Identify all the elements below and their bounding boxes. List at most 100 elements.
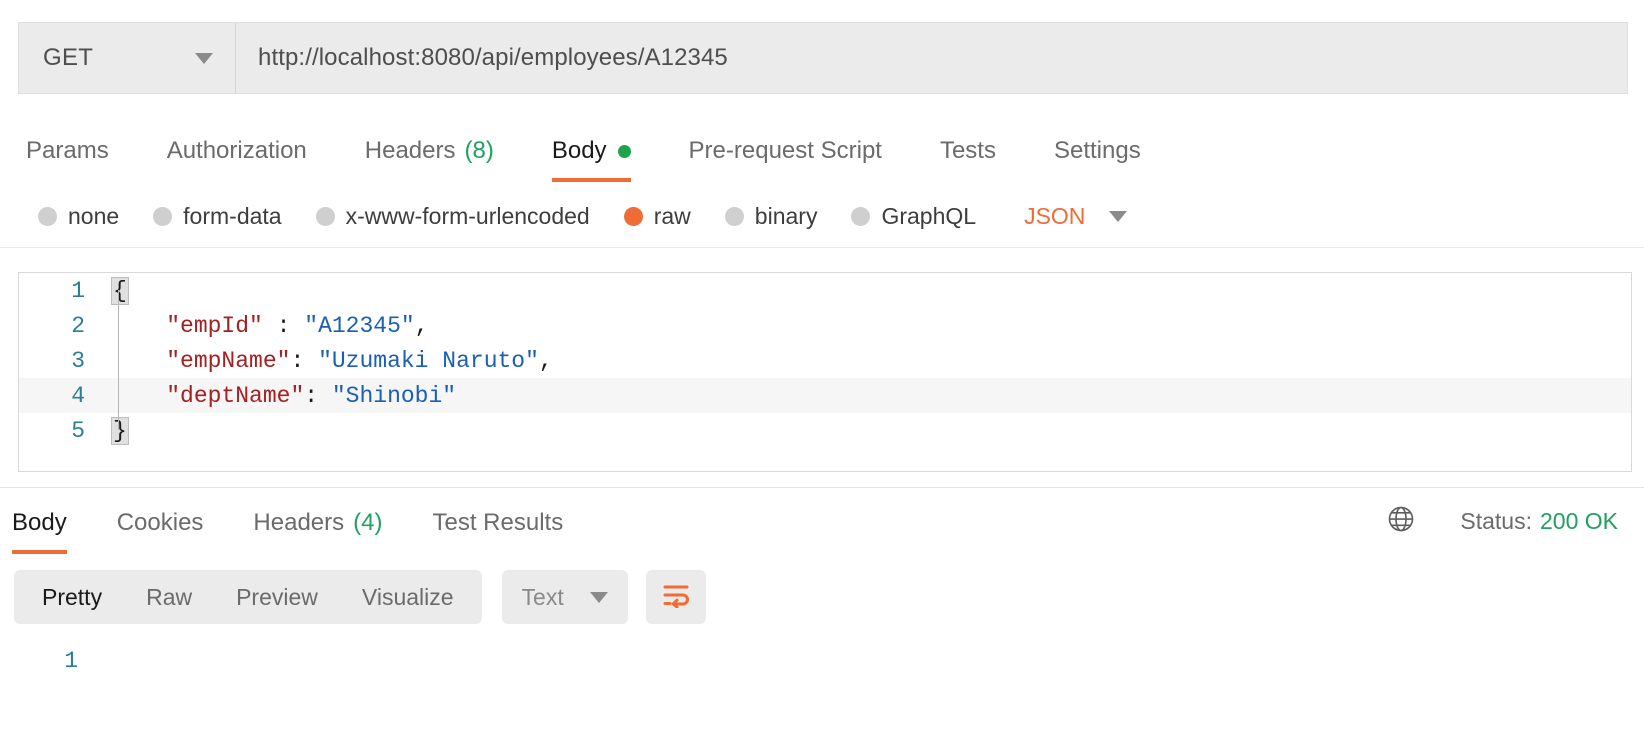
body-type-binary[interactable]: binary	[725, 203, 818, 230]
code-content: "deptName": "Shinobi"	[111, 383, 456, 409]
body-type-urlencoded[interactable]: x-www-form-urlencoded	[316, 203, 590, 230]
tab-params-label: Params	[26, 137, 109, 165]
code-content: "empName": "Uzumaki Naruto",	[111, 348, 553, 374]
json-key: "empName"	[166, 348, 290, 374]
status-label: Status:	[1460, 508, 1532, 535]
request-body-editor[interactable]: 1 { 2 "empId" : "A12345", 3 "empName": "…	[18, 272, 1632, 472]
radio-icon	[851, 207, 870, 226]
code-content: }	[111, 418, 129, 444]
tab-headers[interactable]: Headers (8)	[365, 120, 494, 182]
view-mode-visualize-label: Visualize	[362, 584, 454, 611]
chevron-down-icon	[590, 592, 608, 603]
body-type-row: none form-data x-www-form-urlencoded raw…	[0, 186, 1644, 248]
json-value: "Shinobi"	[332, 383, 456, 409]
tab-authorization-label: Authorization	[167, 137, 307, 165]
tab-headers-count: (8)	[465, 137, 494, 165]
view-mode-raw[interactable]: Raw	[124, 570, 214, 624]
body-type-binary-label: binary	[755, 203, 818, 230]
radio-icon	[153, 207, 172, 226]
request-url-bar: GET http://localhost:8080/api/employees/…	[18, 22, 1628, 94]
response-tab-cookies-label: Cookies	[117, 509, 204, 537]
view-mode-raw-label: Raw	[146, 584, 192, 611]
globe-icon[interactable]	[1386, 504, 1416, 539]
response-toolbar: Pretty Raw Preview Visualize Text	[14, 570, 706, 624]
tab-headers-label: Headers	[365, 137, 456, 165]
tab-params[interactable]: Params	[26, 120, 109, 182]
line-number: 5	[19, 418, 111, 444]
line-number: 1	[19, 278, 111, 304]
body-type-raw-label: raw	[654, 203, 691, 230]
http-method-selector[interactable]: GET	[18, 22, 236, 94]
body-type-none[interactable]: none	[38, 203, 119, 230]
radio-icon	[38, 207, 57, 226]
code-content: "empId" : "A12345",	[111, 313, 429, 339]
code-line-active: 4 "deptName": "Shinobi"	[19, 378, 1631, 413]
view-mode-pretty[interactable]: Pretty	[20, 570, 124, 624]
response-line-number: 1	[0, 640, 92, 674]
code-line: 5 }	[19, 413, 1631, 448]
body-type-urlencoded-label: x-www-form-urlencoded	[346, 203, 590, 230]
response-format-selector[interactable]: Text	[502, 570, 628, 624]
json-colon: :	[263, 313, 304, 339]
code-line: 2 "empId" : "A12345",	[19, 308, 1631, 343]
radio-icon	[316, 207, 335, 226]
response-status-group: Status: 200 OK	[1386, 495, 1618, 547]
url-input[interactable]: http://localhost:8080/api/employees/A123…	[236, 22, 1628, 94]
response-format-label: Text	[522, 584, 564, 611]
json-colon: :	[304, 383, 332, 409]
body-type-form-data[interactable]: form-data	[153, 203, 281, 230]
status-badge: 200 OK	[1540, 508, 1618, 535]
radio-selected-icon	[624, 207, 643, 226]
code-line: 3 "empName": "Uzumaki Naruto",	[19, 343, 1631, 378]
json-value: "A12345"	[304, 313, 414, 339]
body-type-form-data-label: form-data	[183, 203, 281, 230]
http-method-label: GET	[43, 44, 93, 72]
tab-pre-request-script[interactable]: Pre-request Script	[689, 120, 882, 182]
tab-tests[interactable]: Tests	[940, 120, 996, 182]
view-mode-preview[interactable]: Preview	[214, 570, 340, 624]
body-type-none-label: none	[68, 203, 119, 230]
response-tab-cookies[interactable]: Cookies	[117, 492, 204, 554]
wrap-lines-icon	[661, 582, 691, 613]
response-tab-headers-count: (4)	[353, 509, 382, 537]
line-number: 2	[19, 313, 111, 339]
response-tab-test-results[interactable]: Test Results	[432, 492, 563, 554]
body-type-graphql-label: GraphQL	[881, 203, 976, 230]
raw-format-label: JSON	[1024, 203, 1085, 230]
chevron-down-icon	[1109, 211, 1127, 222]
json-value: "Uzumaki Naruto"	[318, 348, 539, 374]
json-colon: :	[290, 348, 318, 374]
response-view-mode-group: Pretty Raw Preview Visualize	[14, 570, 482, 624]
radio-icon	[725, 207, 744, 226]
url-input-value: http://localhost:8080/api/employees/A123…	[258, 44, 728, 72]
view-mode-preview-label: Preview	[236, 584, 318, 611]
code-line: 1 {	[19, 273, 1631, 308]
body-modified-dot-icon	[618, 145, 631, 158]
tab-body[interactable]: Body	[552, 120, 631, 182]
body-type-raw[interactable]: raw	[624, 203, 691, 230]
response-tab-body[interactable]: Body	[12, 492, 67, 554]
line-number: 3	[19, 348, 111, 374]
response-tab-headers[interactable]: Headers (4)	[253, 492, 382, 554]
view-mode-pretty-label: Pretty	[42, 584, 102, 611]
indent-guide	[118, 290, 119, 430]
json-key: "empId"	[166, 313, 263, 339]
response-tab-headers-label: Headers	[253, 509, 344, 537]
close-brace: }	[111, 417, 129, 445]
response-body-viewer[interactable]: 1	[0, 640, 1644, 730]
json-comma: ,	[415, 313, 429, 339]
line-number: 4	[19, 383, 111, 409]
response-divider	[0, 487, 1644, 488]
body-type-graphql[interactable]: GraphQL	[851, 203, 976, 230]
response-tab-test-results-label: Test Results	[432, 509, 563, 537]
view-mode-visualize[interactable]: Visualize	[340, 570, 476, 624]
chevron-down-icon	[195, 53, 213, 64]
json-comma: ,	[539, 348, 553, 374]
open-brace: {	[111, 277, 129, 305]
wrap-lines-button[interactable]	[646, 570, 706, 624]
request-tab-bar: Params Authorization Headers (8) Body Pr…	[0, 120, 1644, 182]
raw-format-selector[interactable]: JSON	[1024, 203, 1127, 230]
tab-authorization[interactable]: Authorization	[167, 120, 307, 182]
tab-settings[interactable]: Settings	[1054, 120, 1141, 182]
json-key: "deptName"	[166, 383, 304, 409]
